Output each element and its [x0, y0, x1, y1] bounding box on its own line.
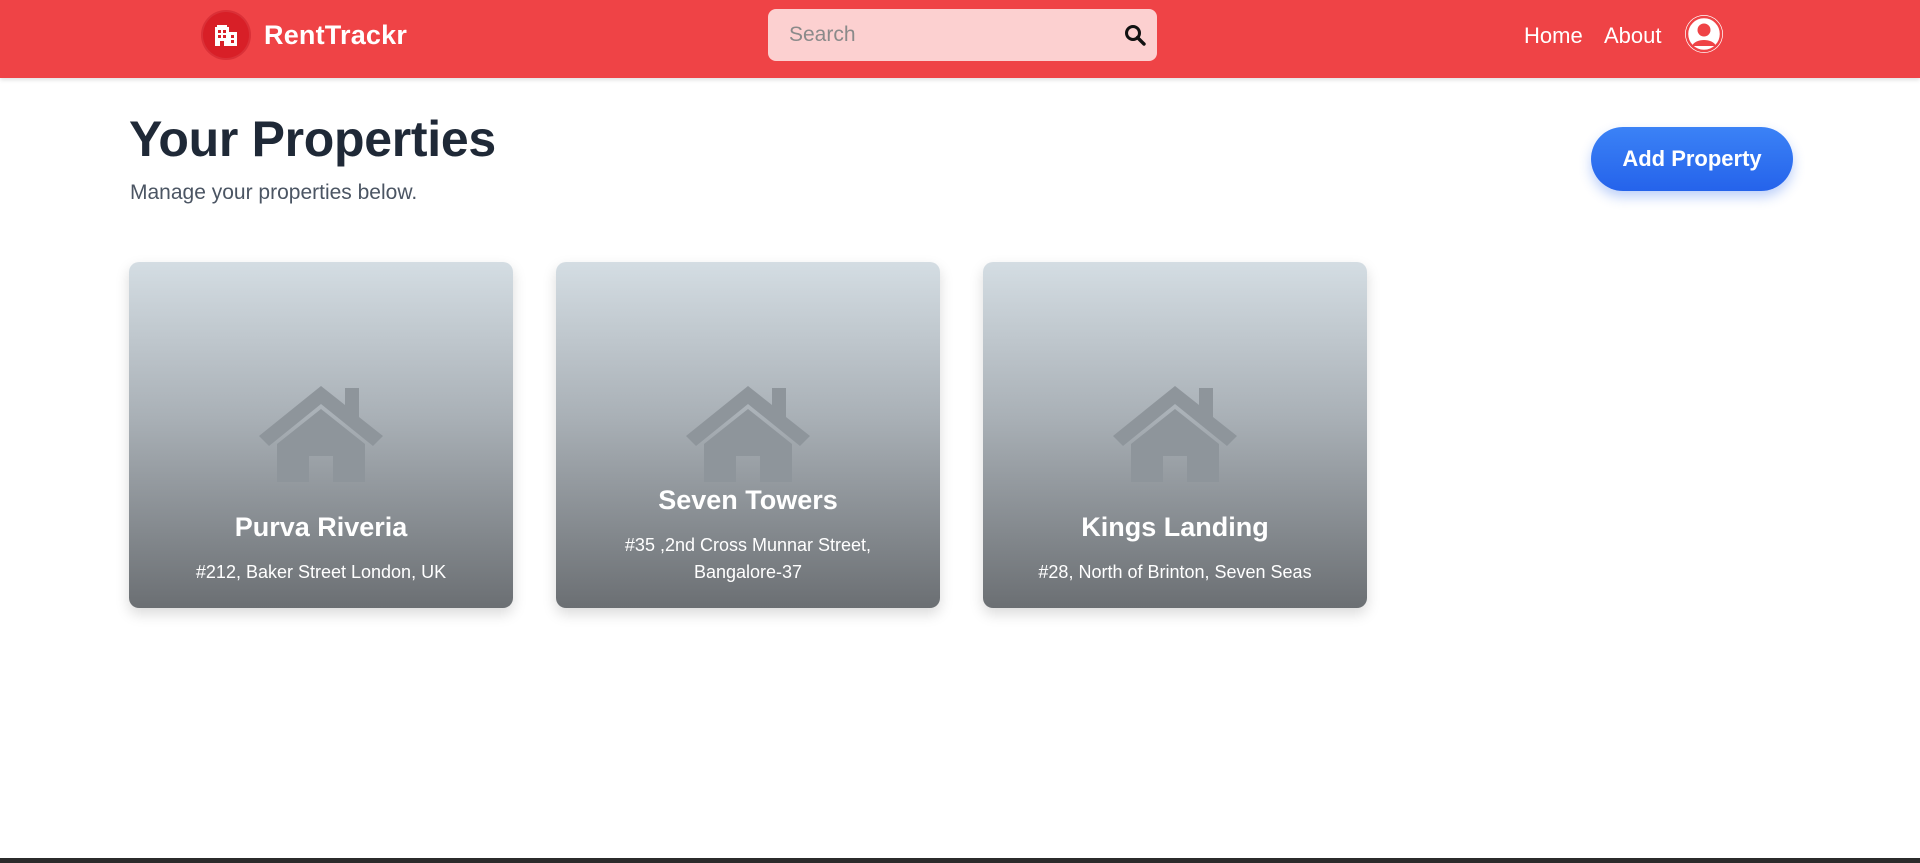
property-card[interactable]: Purva Riveria #212, Baker Street London,…: [129, 262, 513, 608]
user-avatar-icon[interactable]: [1685, 15, 1723, 53]
property-address: #35 ,2nd Cross Munnar Street, Bangalore-…: [624, 535, 872, 582]
house-icon: [1113, 386, 1237, 482]
top-navbar: RentTrackr Home About: [0, 0, 1920, 78]
taskbar-edge: [0, 858, 1920, 863]
search-input[interactable]: [768, 9, 1123, 61]
property-name: Seven Towers: [658, 485, 838, 515]
property-address: #212, Baker Street London, UK: [195, 562, 447, 582]
property-name: Purva Riveria: [234, 512, 408, 542]
search-icon[interactable]: [1123, 23, 1147, 47]
page-subtitle: Manage your properties below.: [130, 181, 418, 204]
brand-name: RentTrackr: [264, 19, 408, 50]
property-name: Kings Landing: [1081, 512, 1269, 542]
page-title: Your Properties: [129, 111, 496, 167]
add-property-button[interactable]: Add Property: [1591, 127, 1793, 191]
brand[interactable]: RentTrackr: [201, 10, 407, 60]
property-card[interactable]: Seven Towers #35 ,2nd Cross Munnar Stree…: [556, 262, 940, 608]
property-address: #28, North of Brinton, Seven Seas: [1038, 562, 1312, 582]
house-icon: [686, 386, 810, 482]
search-box: [768, 9, 1157, 61]
house-icon: [259, 386, 383, 482]
building-icon: [201, 10, 251, 60]
nav-home-link[interactable]: Home: [1524, 16, 1583, 56]
nav-about-link[interactable]: About: [1604, 16, 1662, 56]
property-card[interactable]: Kings Landing #28, North of Brinton, Sev…: [983, 262, 1367, 608]
